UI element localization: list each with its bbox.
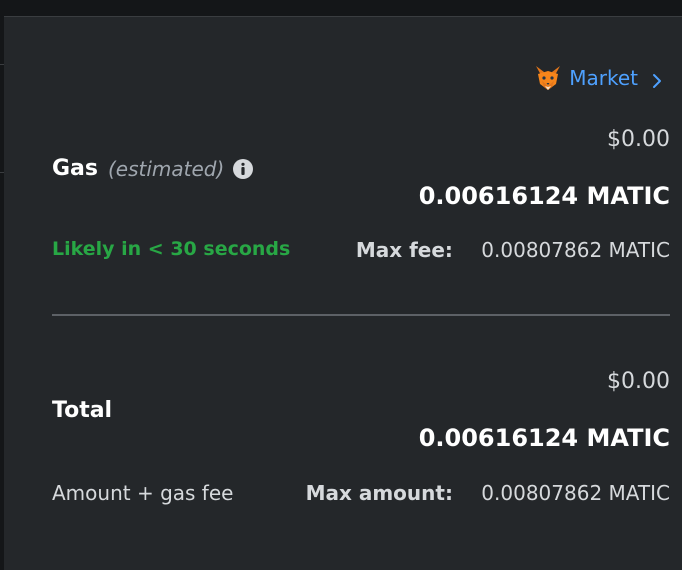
max-amount-value: 0.00807862 MATIC — [481, 481, 670, 505]
gas-fee-panel: Market $0.00 Gas (estimated) 0.00616124 … — [4, 17, 682, 570]
max-fee-label: Max fee: — [355, 238, 453, 262]
top-bar — [0, 0, 682, 17]
gas-estimated-label: (estimated) — [108, 156, 225, 181]
max-amount-label: Max amount: — [305, 481, 453, 505]
max-fee-row: Max fee: 0.00807862 MATIC — [356, 238, 670, 262]
max-amount-row: Max amount: 0.00807862 MATIC — [306, 481, 670, 505]
gas-label: Gas — [52, 156, 98, 181]
gas-label-row: Gas (estimated) — [52, 156, 254, 181]
section-divider — [52, 314, 670, 316]
total-usd-value: $0.00 — [607, 369, 670, 394]
fox-icon — [533, 63, 563, 93]
gas-matic-amount: 0.00616124 MATIC — [418, 182, 670, 210]
amount-plus-gas-label: Amount + gas fee — [52, 481, 234, 505]
total-matic-amount: 0.00616124 MATIC — [418, 424, 670, 452]
likely-time-estimate: Likely in < 30 seconds — [52, 238, 291, 260]
info-icon[interactable] — [232, 158, 254, 180]
total-label: Total — [52, 398, 113, 423]
gas-usd-value: $0.00 — [607, 127, 670, 152]
market-gas-option-link[interactable]: Market — [533, 63, 664, 93]
chevron-right-icon — [650, 70, 664, 88]
market-label: Market — [569, 66, 638, 90]
max-fee-value: 0.00807862 MATIC — [481, 238, 670, 262]
